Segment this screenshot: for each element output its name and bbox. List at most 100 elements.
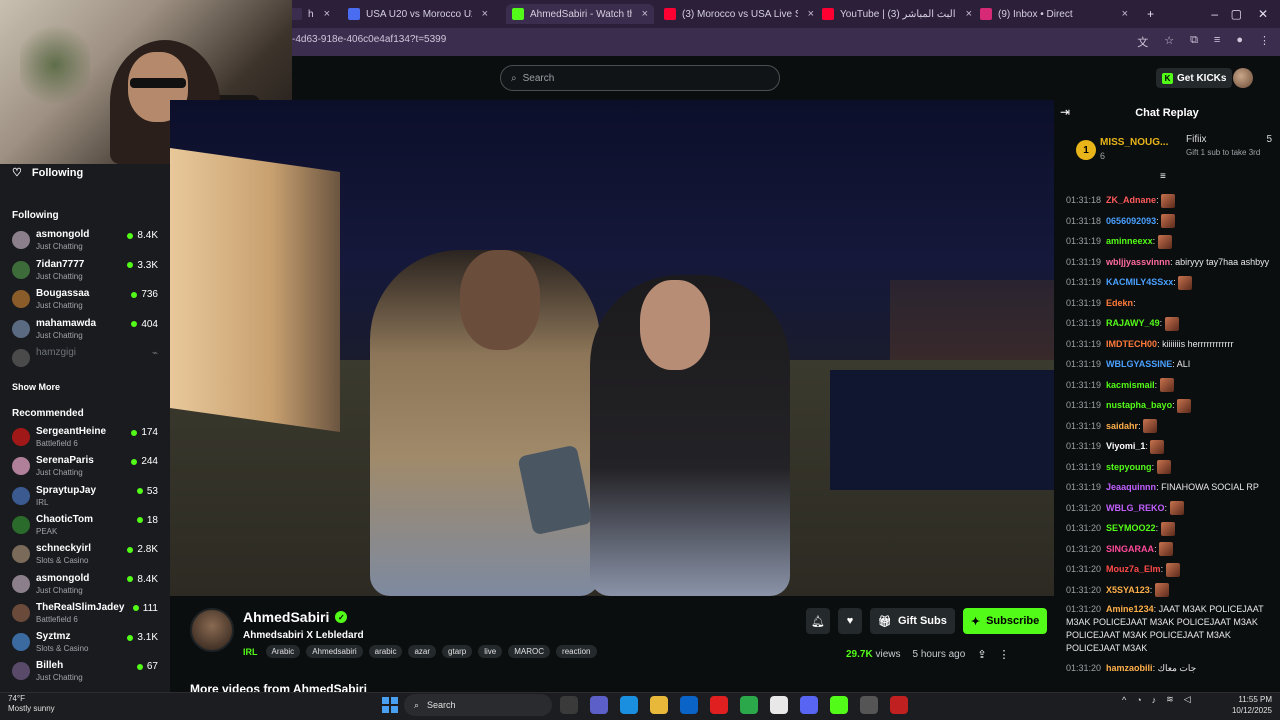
- profile-icon[interactable]: ●: [1236, 34, 1243, 50]
- message-user[interactable]: X5SYA123: [1106, 585, 1150, 595]
- tag-chip[interactable]: Ahmedsabiri: [306, 645, 363, 658]
- sidebar-channel[interactable]: SpraytupJay IRL 53: [12, 485, 162, 513]
- sidebar-channel[interactable]: Syztmz Slots & Casino 3.1K: [12, 631, 162, 659]
- sidebar-channel[interactable]: Billeh Just Chatting 67: [12, 660, 162, 688]
- message-user[interactable]: Mouz7a_Elm: [1106, 564, 1161, 574]
- message-user[interactable]: Edekn: [1106, 298, 1133, 308]
- sidebar-channel[interactable]: asmongold Just Chatting 8.4K: [12, 573, 162, 601]
- close-tab-icon[interactable]: ×: [808, 8, 814, 20]
- chevron-up-icon[interactable]: ^: [1122, 695, 1126, 705]
- category-link[interactable]: IRL: [243, 647, 258, 657]
- pinned-expand-icon[interactable]: ≡: [1160, 171, 1166, 182]
- more-options-icon[interactable]: ⋮: [999, 648, 1010, 661]
- tag-chip[interactable]: arabic: [368, 645, 403, 658]
- bookmark-star-icon[interactable]: ☆: [1164, 34, 1174, 50]
- taskbar-clock[interactable]: 11:55 PM 10/12/2025: [1224, 694, 1272, 716]
- sidebar-channel[interactable]: Bougassaa Just Chatting 736: [12, 288, 162, 316]
- extensions-icon[interactable]: ⧉: [1190, 34, 1198, 50]
- message-user[interactable]: KACMILY4SSxx: [1106, 277, 1173, 287]
- message-user[interactable]: nustapha_bayo: [1106, 400, 1172, 410]
- search-input[interactable]: ⌕ Search: [500, 65, 780, 91]
- message-user[interactable]: WBLG_REKO: [1106, 503, 1165, 513]
- discord-icon[interactable]: [800, 696, 818, 714]
- message-user[interactable]: saidahr: [1106, 421, 1138, 431]
- message-user[interactable]: RAJAWY_49: [1106, 318, 1160, 328]
- message-user[interactable]: Jeaaquinnn: [1106, 482, 1156, 492]
- video-player[interactable]: [170, 100, 1054, 596]
- tag-chip[interactable]: azar: [408, 645, 437, 658]
- message-user[interactable]: Amine1234: [1106, 604, 1154, 614]
- shield-icon[interactable]: [890, 696, 908, 714]
- message-user[interactable]: SEYMOO22: [1106, 523, 1156, 533]
- tag-chip[interactable]: Arabic: [265, 645, 301, 658]
- app-icon[interactable]: [740, 696, 758, 714]
- kick-icon[interactable]: [830, 696, 848, 714]
- get-kicks-button[interactable]: K Get KICKs: [1156, 68, 1233, 88]
- message-user[interactable]: IMDTECH00: [1106, 339, 1157, 349]
- sidebar-channel[interactable]: TheRealSlimJadey Battlefield 6 111: [12, 602, 162, 630]
- chrome-icon[interactable]: [770, 696, 788, 714]
- following-toggle[interactable]: ♡ Following: [12, 166, 83, 180]
- close-tab-icon[interactable]: ×: [966, 8, 972, 20]
- message-user[interactable]: wbljjyassvinnn: [1106, 257, 1170, 267]
- close-tab-icon[interactable]: ×: [324, 8, 330, 20]
- sidebar-channel[interactable]: SergeantHeine Battlefield 6 174: [12, 426, 162, 454]
- message-user[interactable]: Viyomi_1: [1106, 441, 1145, 451]
- show-more-button[interactable]: Show More: [12, 382, 60, 392]
- tag-chip[interactable]: gtarp: [442, 645, 473, 658]
- new-tab-button[interactable]: +: [1147, 7, 1154, 21]
- browser-tab[interactable]: USA U20 vs Morocco U20 live ×: [348, 4, 488, 24]
- volume-icon[interactable]: ◁: [1184, 694, 1191, 705]
- message-user[interactable]: WBLGYASSINE: [1106, 359, 1172, 369]
- sidebar-channel[interactable]: asmongold Just Chatting 8.4K: [12, 229, 162, 257]
- youtube-icon[interactable]: [710, 696, 728, 714]
- message-user[interactable]: kacmismail: [1106, 380, 1155, 390]
- menu-icon[interactable]: ⋮: [1259, 34, 1270, 50]
- tag-chip[interactable]: reaction: [556, 645, 597, 658]
- follow-button[interactable]: ♥: [838, 608, 862, 634]
- sidebar-channel[interactable]: SerenaParis Just Chatting 244: [12, 455, 162, 483]
- channel-avatar[interactable]: [190, 608, 234, 652]
- browser-tab[interactable]: AhmedSabiri - Watch the V ×: [506, 4, 654, 24]
- wifi-icon[interactable]: ≋: [1166, 694, 1174, 705]
- weather-widget[interactable]: 74°F Mostly sunny: [8, 694, 55, 714]
- tag-chip[interactable]: live: [478, 645, 503, 658]
- message-user[interactable]: aminneexx: [1106, 236, 1153, 246]
- gift-leaderboard[interactable]: 1 MISS_NOUG... 6 Fifiix 5 Gift 1 sub to …: [1076, 134, 1272, 174]
- message-user[interactable]: ZK_Adnane: [1106, 195, 1156, 205]
- message-user[interactable]: SINGARAA: [1106, 544, 1154, 554]
- close-window-button[interactable]: ✕: [1258, 7, 1268, 21]
- taskbar-search[interactable]: ⌕ Search: [404, 694, 552, 716]
- browser-tab[interactable]: (3) Morocco vs USA Live Stream ×: [664, 4, 814, 24]
- settings-icon[interactable]: [860, 696, 878, 714]
- minimize-button[interactable]: –: [1211, 7, 1218, 21]
- mic-icon[interactable]: ♪: [1152, 695, 1157, 705]
- media-icon[interactable]: ≡: [1214, 34, 1220, 50]
- message-user[interactable]: 0656092093: [1106, 216, 1156, 226]
- teams-icon[interactable]: [590, 696, 608, 714]
- windows-start-icon[interactable]: [382, 697, 398, 713]
- sidebar-channel[interactable]: ChaoticTom PEAK 18: [12, 514, 162, 542]
- network-icon[interactable]: ◔: [1136, 695, 1141, 705]
- browser-tab[interactable]: (9) Inbox • Direct ×: [980, 4, 1128, 24]
- tag-chip[interactable]: MAROC: [508, 645, 551, 658]
- sidebar-channel[interactable]: 7idan7777 Just Chatting 3.3K: [12, 259, 162, 287]
- url-text[interactable]: -4d63-918e-406c0e4af134?t=5399: [292, 34, 446, 45]
- browser-tab[interactable]: here F ×: [290, 4, 330, 24]
- close-tab-icon[interactable]: ×: [1122, 8, 1128, 20]
- message-user[interactable]: stepyoung: [1106, 462, 1152, 472]
- restore-button[interactable]: ▢: [1231, 7, 1242, 21]
- message-user[interactable]: hamzaobili: [1106, 663, 1153, 673]
- sidebar-channel[interactable]: mahamawda Just Chatting 404: [12, 318, 162, 346]
- translate-icon[interactable]: 文: [1137, 34, 1148, 50]
- edge-icon[interactable]: [620, 696, 638, 714]
- browser-tab[interactable]: YouTube | البث المباشر (3) ×: [822, 4, 972, 24]
- notification-bell-button[interactable]: 🔔︎: [806, 608, 830, 634]
- share-icon[interactable]: ⇪: [977, 648, 986, 661]
- file-explorer-icon[interactable]: [650, 696, 668, 714]
- subscribe-button[interactable]: ✦ Subscribe: [962, 608, 1048, 634]
- outlook-icon[interactable]: [680, 696, 698, 714]
- channel-name[interactable]: AhmedSabiri ✓: [243, 609, 348, 625]
- task-view-icon[interactable]: [560, 696, 578, 714]
- close-tab-icon[interactable]: ×: [642, 8, 648, 20]
